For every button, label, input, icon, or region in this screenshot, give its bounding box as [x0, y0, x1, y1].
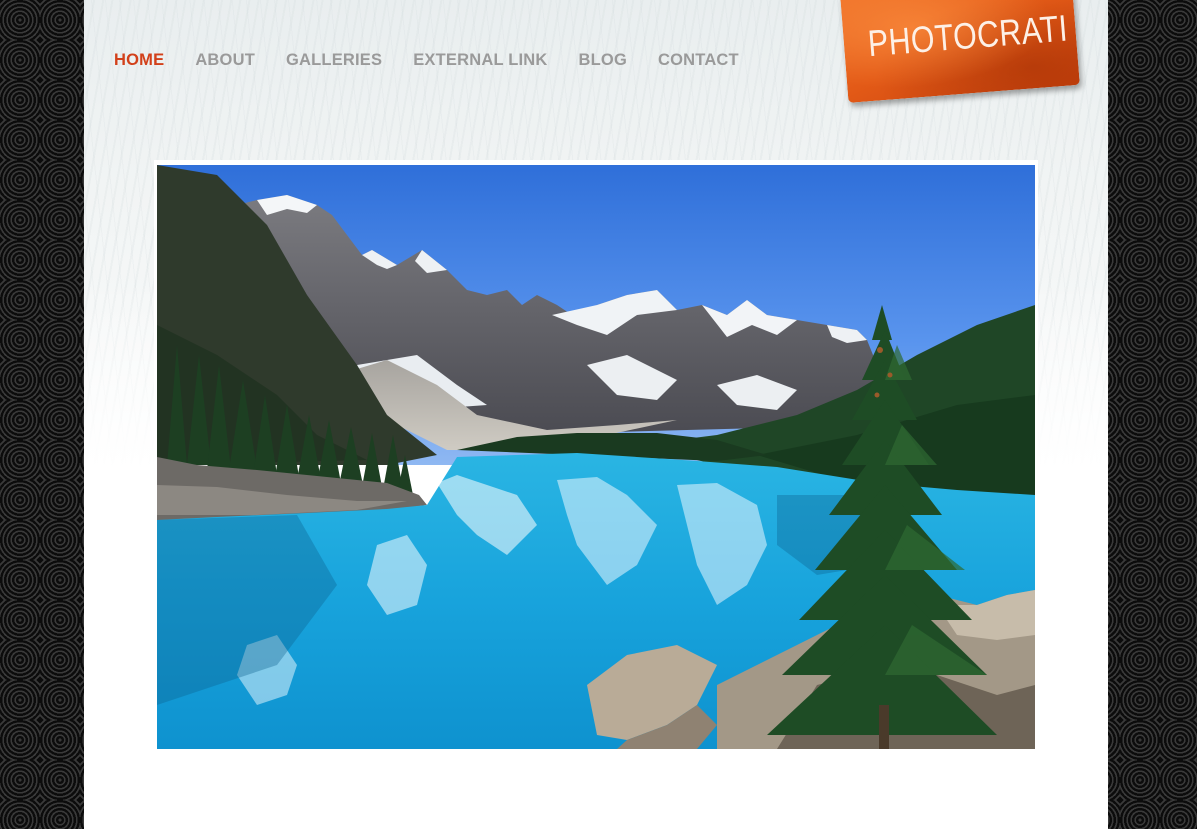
site-logo[interactable]: PHOTOCRATI — [840, 0, 1080, 103]
page-container: HOME ABOUT GALLERIES EXTERNAL LINK BLOG … — [84, 0, 1108, 829]
nav-item-about[interactable]: ABOUT — [195, 50, 255, 70]
nav-item-contact[interactable]: CONTACT — [658, 50, 739, 70]
hero-image[interactable] — [157, 165, 1035, 749]
nav-item-blog[interactable]: BLOG — [579, 50, 627, 70]
main-nav: HOME ABOUT GALLERIES EXTERNAL LINK BLOG … — [114, 50, 770, 70]
hero-image-frame — [154, 160, 1038, 753]
landscape-illustration — [157, 165, 1035, 749]
nav-item-galleries[interactable]: GALLERIES — [286, 50, 382, 70]
nav-item-home[interactable]: HOME — [114, 50, 164, 70]
logo-text: PHOTOCRATI — [866, 7, 1070, 65]
nav-item-external-link[interactable]: EXTERNAL LINK — [413, 50, 547, 70]
